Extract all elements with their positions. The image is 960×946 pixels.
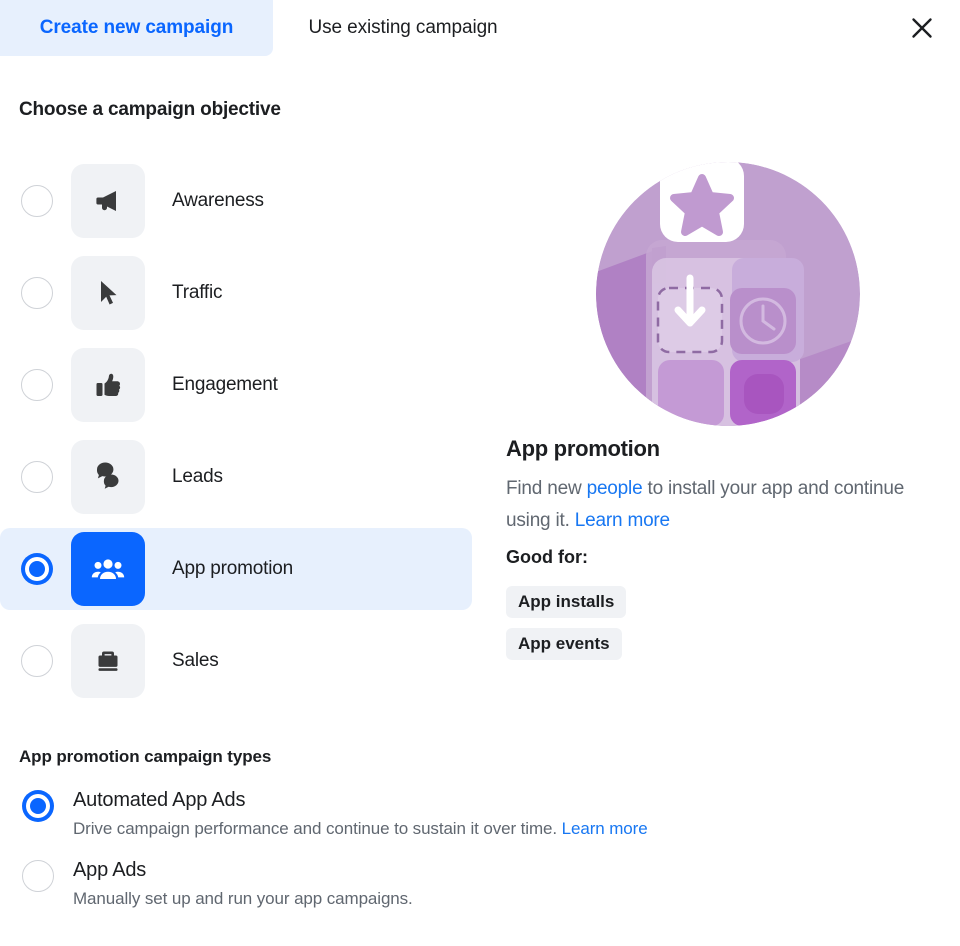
campaign-type-row-app-ads[interactable]: App Ads Manually set up and run your app… <box>19 857 879 927</box>
radio-awareness[interactable] <box>21 185 53 217</box>
thumbs-up-icon <box>71 348 145 422</box>
automated-app-ads-learn-more-link[interactable]: Learn more <box>562 819 648 838</box>
tab-use-existing-campaign[interactable]: Use existing campaign <box>273 0 533 56</box>
choose-objective-heading: Choose a campaign objective <box>19 99 281 120</box>
chip-app-installs: App installs <box>506 586 627 618</box>
campaign-type-desc-app-ads: Manually set up and run your app campaig… <box>73 889 879 909</box>
close-icon <box>911 17 933 39</box>
radio-app-promotion[interactable] <box>21 553 53 585</box>
objective-label-traffic: Traffic <box>172 282 223 303</box>
chat-bubbles-icon <box>71 440 145 514</box>
objective-row-app-promotion[interactable]: App promotion <box>0 528 472 610</box>
campaign-type-row-automated-app-ads[interactable]: Automated App Ads Drive campaign perform… <box>19 787 879 857</box>
people-link[interactable]: people <box>587 478 643 499</box>
objective-row-leads[interactable]: Leads <box>0 436 472 518</box>
campaign-types-list: Automated App Ads Drive campaign perform… <box>19 787 879 927</box>
campaign-type-desc-text-app-ads: Manually set up and run your app campaig… <box>73 889 413 908</box>
objective-row-traffic[interactable]: Traffic <box>0 252 472 334</box>
tab-create-new-campaign[interactable]: Create new campaign <box>0 0 273 56</box>
briefcase-icon <box>71 624 145 698</box>
cursor-icon <box>71 256 145 330</box>
detail-description: Find new people to install your app and … <box>506 473 916 537</box>
radio-engagement[interactable] <box>21 369 53 401</box>
learn-more-link[interactable]: Learn more <box>575 510 670 531</box>
people-group-icon <box>71 532 145 606</box>
radio-automated-app-ads[interactable] <box>22 790 54 822</box>
good-for-label: Good for: <box>506 547 588 567</box>
campaign-type-title-app-ads: App Ads <box>73 859 147 881</box>
objective-label-awareness: Awareness <box>172 190 264 211</box>
objective-label-app-promotion: App promotion <box>172 558 293 579</box>
close-button[interactable] <box>902 8 942 48</box>
tab-use-existing-campaign-label: Use existing campaign <box>308 17 498 38</box>
objective-label-sales: Sales <box>172 650 219 671</box>
radio-traffic[interactable] <box>21 277 53 309</box>
good-for-chips: App installs App events <box>506 586 627 670</box>
tab-bar: Create new campaign Use existing campaig… <box>0 0 960 56</box>
detail-title: App promotion <box>506 436 660 461</box>
tab-create-new-campaign-label: Create new campaign <box>39 17 234 38</box>
chip-app-events: App events <box>506 628 622 660</box>
radio-app-ads[interactable] <box>22 860 54 892</box>
campaign-type-desc-text: Drive campaign performance and continue … <box>73 819 562 838</box>
objective-label-engagement: Engagement <box>172 374 278 395</box>
objective-label-leads: Leads <box>172 466 223 487</box>
detail-desc-part1: Find new <box>506 478 587 499</box>
campaign-type-desc-automated-app-ads: Drive campaign performance and continue … <box>73 819 879 839</box>
objective-row-engagement[interactable]: Engagement <box>0 344 472 426</box>
campaign-type-title-automated-app-ads: Automated App Ads <box>73 789 246 811</box>
objective-row-awareness[interactable]: Awareness <box>0 160 472 242</box>
radio-leads[interactable] <box>21 461 53 493</box>
campaign-types-heading: App promotion campaign types <box>19 747 272 766</box>
objective-row-sales[interactable]: Sales <box>0 620 472 702</box>
radio-sales[interactable] <box>21 645 53 677</box>
objective-list: Awareness Traffic Engagement Leads App p… <box>0 160 472 712</box>
megaphone-icon <box>71 164 145 238</box>
app-promotion-illustration <box>596 162 860 426</box>
